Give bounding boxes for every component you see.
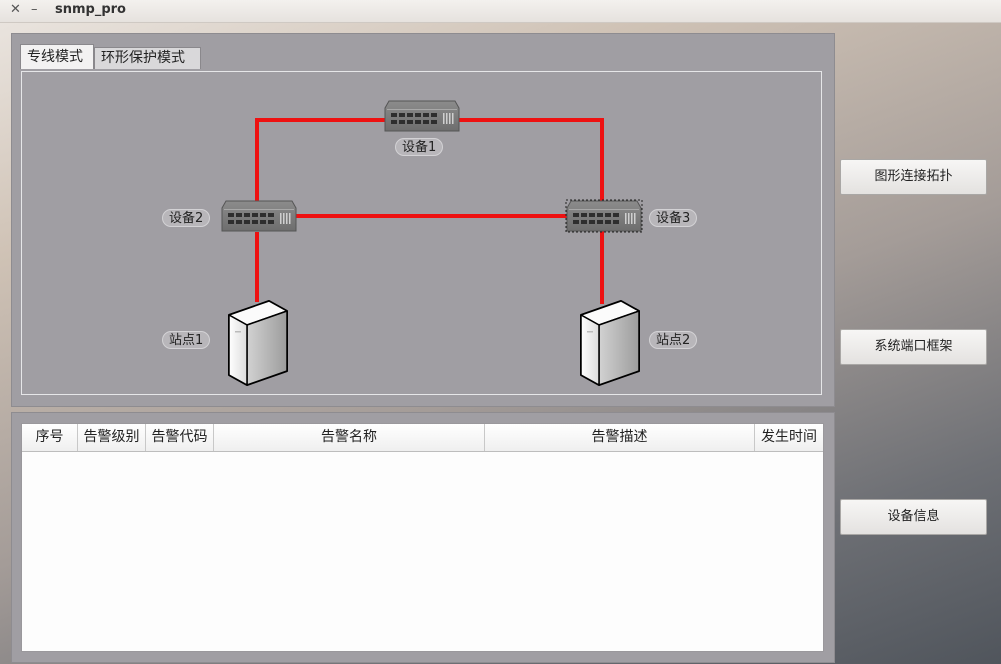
tab-dedicated-line-mode[interactable]: 专线模式 bbox=[20, 44, 94, 69]
column-header-alarm-description[interactable]: 告警描述 bbox=[485, 424, 755, 451]
alarm-table-header: 序号 告警级别 告警代码 告警名称 告警描述 发生时间 bbox=[22, 424, 823, 452]
column-header-alarm-name[interactable]: 告警名称 bbox=[214, 424, 485, 451]
column-header-alarm-level[interactable]: 告警级别 bbox=[78, 424, 146, 451]
device-3-label: 设备3 bbox=[649, 209, 698, 227]
minimize-icon[interactable]: – bbox=[31, 2, 38, 17]
column-header-index[interactable]: 序号 bbox=[22, 424, 78, 451]
station-2-server-icon[interactable] bbox=[580, 300, 640, 386]
device-info-button[interactable]: 设备信息 bbox=[840, 499, 987, 535]
device-1-label: 设备1 bbox=[395, 138, 444, 156]
topology-view-button[interactable]: 图形连接拓扑 bbox=[840, 159, 987, 195]
alarm-panel: 序号 告警级别 告警代码 告警名称 告警描述 发生时间 bbox=[11, 412, 835, 663]
column-header-occurrence-time[interactable]: 发生时间 bbox=[755, 424, 823, 451]
column-header-alarm-code[interactable]: 告警代码 bbox=[146, 424, 214, 451]
device-2-switch-icon[interactable] bbox=[221, 200, 297, 232]
topology-canvas: 设备1 设备2 设备3 站点1 站点2 bbox=[21, 71, 822, 395]
title-bar: ✕ – snmp_pro bbox=[0, 0, 1001, 23]
device-1-switch-icon[interactable] bbox=[384, 100, 460, 132]
device-2-label: 设备2 bbox=[162, 209, 211, 227]
close-icon[interactable]: ✕ bbox=[10, 2, 21, 17]
station-1-label: 站点1 bbox=[162, 331, 211, 349]
station-1-server-icon[interactable] bbox=[228, 300, 288, 386]
port-frame-button[interactable]: 系统端口框架 bbox=[840, 329, 987, 365]
device-3-switch-icon[interactable] bbox=[565, 199, 643, 233]
alarm-table[interactable]: 序号 告警级别 告警代码 告警名称 告警描述 发生时间 bbox=[21, 423, 824, 652]
window-title: snmp_pro bbox=[55, 2, 126, 17]
station-2-label: 站点2 bbox=[649, 331, 698, 349]
topology-panel: 环形保护模式 专线模式 设备1 设备2 设备3 站点1 站点2 bbox=[11, 33, 835, 407]
tab-ring-protection-mode[interactable]: 环形保护模式 bbox=[94, 47, 201, 69]
